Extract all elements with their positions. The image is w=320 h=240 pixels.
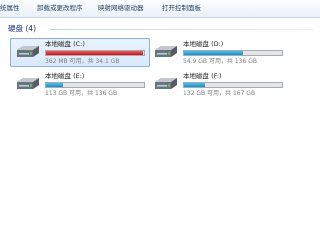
hard-disks-group-header[interactable]: 硬盘 (4) — [8, 22, 314, 34]
system-properties-button[interactable]: 统属性 — [0, 4, 20, 12]
drive-usage-fill — [46, 83, 63, 87]
drive-tile-e[interactable]: 本地磁盘 (E:) 113 GB 可用，共 136 GB — [10, 70, 150, 99]
drive-name: 本地磁盘 (F:) — [183, 72, 222, 80]
group-title: 硬盘 (4) — [8, 24, 37, 33]
drive-usage-fill — [184, 83, 205, 87]
open-control-panel-button[interactable]: 打开控制面板 — [162, 4, 201, 12]
command-bar: 统属性 卸载或更改程序 映射网络驱动器 打开控制面板 — [0, 0, 320, 18]
group-divider — [50, 29, 314, 30]
drive-name: 本地磁盘 (E:) — [45, 72, 85, 80]
drive-free-space: 362 MB 可用，共 34.1 GB — [45, 58, 120, 65]
uninstall-program-button[interactable]: 卸载或更改程序 — [37, 4, 83, 12]
drive-free-space: 113 GB 可用，共 136 GB — [45, 90, 118, 97]
drive-free-space: 132 GB 可用，共 167 GB — [183, 90, 256, 97]
hard-drive-icon — [17, 78, 39, 89]
drive-usage-bar — [183, 50, 283, 56]
drive-usage-bar — [45, 82, 145, 88]
drive-usage-fill — [184, 51, 243, 55]
drive-usage-bar — [45, 50, 145, 56]
hard-drive-icon — [155, 46, 177, 57]
hard-drive-icon — [155, 78, 177, 89]
drive-name: 本地磁盘 (D:) — [183, 40, 224, 48]
drive-usage-fill — [46, 51, 144, 55]
drive-usage-bar — [183, 82, 283, 88]
map-network-drive-button[interactable]: 映射网络驱动器 — [98, 4, 144, 12]
hard-drive-icon — [17, 46, 39, 57]
drive-tile-d[interactable]: 本地磁盘 (D:) 54.9 GB 可用，共 136 GB — [148, 38, 288, 67]
drive-free-space: 54.9 GB 可用，共 136 GB — [183, 58, 257, 65]
drive-tile-c[interactable]: 本地磁盘 (C:) 362 MB 可用，共 34.1 GB — [10, 38, 150, 67]
drive-name: 本地磁盘 (C:) — [45, 40, 85, 48]
drive-tile-f[interactable]: 本地磁盘 (F:) 132 GB 可用，共 167 GB — [148, 70, 288, 99]
